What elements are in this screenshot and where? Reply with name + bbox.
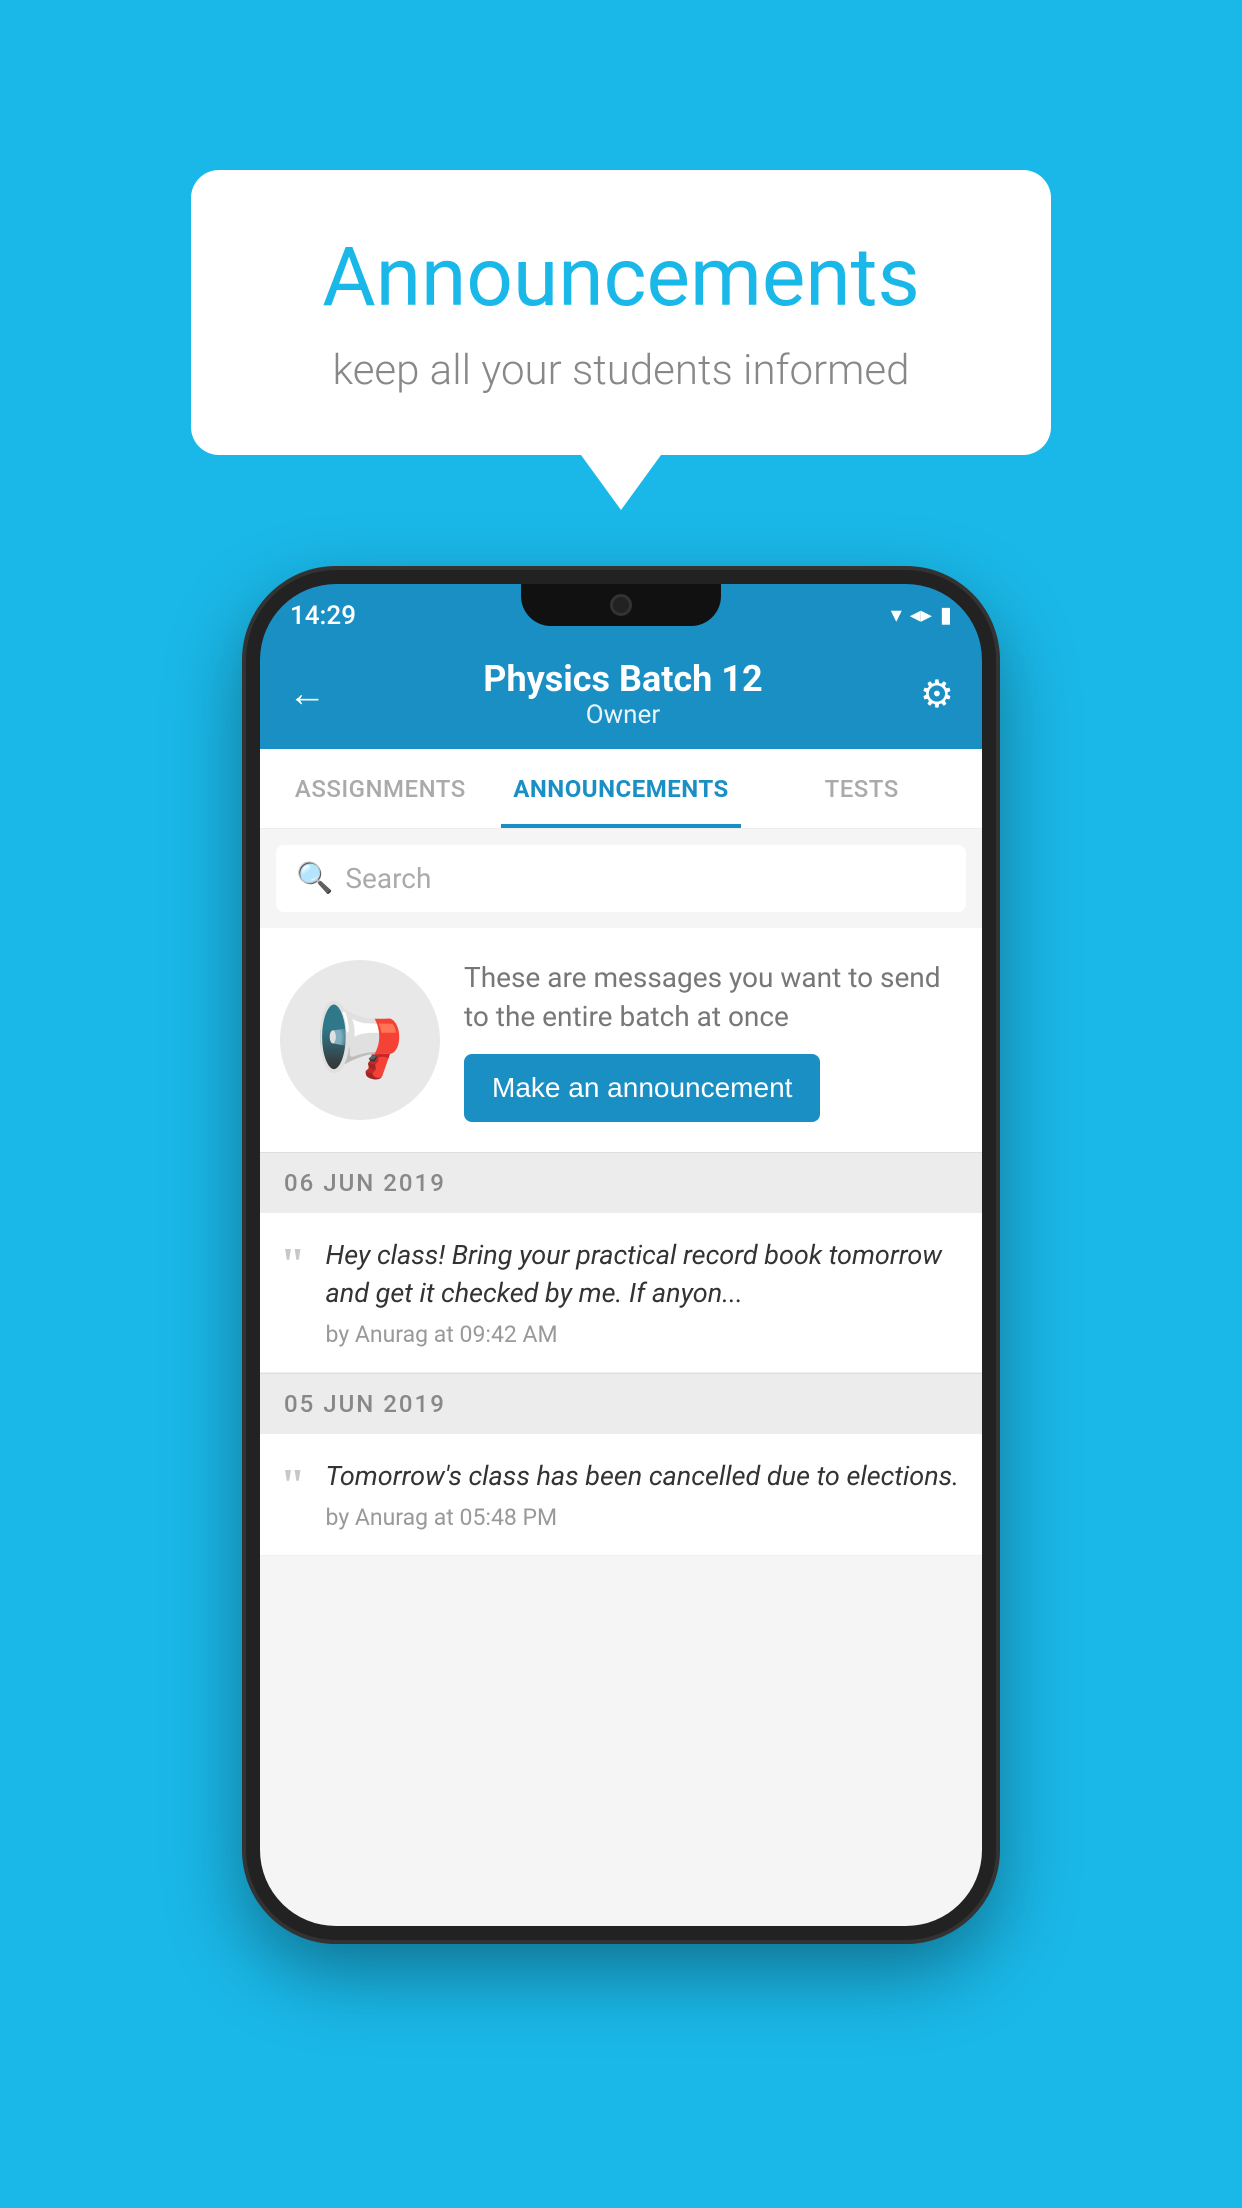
megaphone-icon: 📢	[315, 998, 405, 1083]
tab-assignments[interactable]: ASSIGNMENTS	[260, 749, 501, 828]
settings-icon[interactable]: ⚙	[920, 672, 954, 717]
header-center: Physics Batch 12 Owner	[483, 658, 762, 730]
promo-content: These are messages you want to send to t…	[464, 958, 962, 1122]
power-button	[988, 824, 996, 904]
announcement-content-2: Tomorrow's class has been cancelled due …	[326, 1458, 962, 1531]
tab-announcements[interactable]: ANNOUNCEMENTS	[501, 749, 742, 828]
search-placeholder: Search	[345, 862, 431, 895]
announcement-text-2: Tomorrow's class has been cancelled due …	[326, 1458, 962, 1496]
date-header-2: 05 JUN 2019	[260, 1373, 982, 1434]
app-header: ← Physics Batch 12 Owner ⚙	[260, 639, 982, 749]
announcement-item-2[interactable]: " Tomorrow's class has been cancelled du…	[260, 1434, 982, 1556]
status-time: 14:29	[290, 601, 356, 631]
signal-icon: ◂▸	[910, 603, 932, 628]
make-announcement-button[interactable]: Make an announcement	[464, 1054, 820, 1122]
announcement-item-1[interactable]: " Hey class! Bring your practical record…	[260, 1213, 982, 1373]
tab-bar: ASSIGNMENTS ANNOUNCEMENTS TESTS	[260, 749, 982, 829]
phone-screen: 🔍 Search 📢 These are messages you want t…	[260, 829, 982, 1926]
battery-icon: ▮	[940, 603, 952, 628]
search-bar[interactable]: 🔍 Search	[276, 845, 966, 912]
quote-icon-2: "	[280, 1462, 306, 1508]
bubble-subtitle: keep all your students informed	[261, 346, 981, 395]
front-camera	[610, 594, 632, 616]
status-icons: ▾ ◂▸ ▮	[891, 603, 952, 628]
announcement-meta-1: by Anurag at 09:42 AM	[326, 1321, 962, 1348]
speech-bubble-section: Announcements keep all your students inf…	[191, 170, 1051, 510]
phone-notch	[521, 584, 721, 626]
search-icon: 🔍	[296, 861, 333, 896]
volume-down-button	[246, 864, 254, 924]
promo-description: These are messages you want to send to t…	[464, 958, 962, 1036]
bubble-arrow	[581, 455, 661, 510]
announcement-promo-card: 📢 These are messages you want to send to…	[260, 928, 982, 1152]
quote-icon-1: "	[280, 1241, 306, 1287]
announcement-text-1: Hey class! Bring your practical record b…	[326, 1237, 962, 1313]
volume-up-button	[246, 784, 254, 844]
phone-frame: 14:29 ▾ ◂▸ ▮ ← Physics Batch 12 Owner ⚙ …	[246, 570, 996, 1940]
phone-frame-wrapper: 14:29 ▾ ◂▸ ▮ ← Physics Batch 12 Owner ⚙ …	[0, 570, 1242, 1940]
bubble-title: Announcements	[261, 230, 981, 326]
header-subtitle: Owner	[483, 700, 762, 730]
promo-icon-circle: 📢	[280, 960, 440, 1120]
wifi-icon: ▾	[891, 603, 902, 628]
speech-bubble-card: Announcements keep all your students inf…	[191, 170, 1051, 455]
back-button[interactable]: ←	[288, 672, 326, 716]
tab-tests[interactable]: TESTS	[741, 749, 982, 828]
date-header-1: 06 JUN 2019	[260, 1152, 982, 1213]
header-title: Physics Batch 12	[483, 658, 762, 700]
announcement-meta-2: by Anurag at 05:48 PM	[326, 1504, 962, 1531]
announcement-content-1: Hey class! Bring your practical record b…	[326, 1237, 962, 1348]
